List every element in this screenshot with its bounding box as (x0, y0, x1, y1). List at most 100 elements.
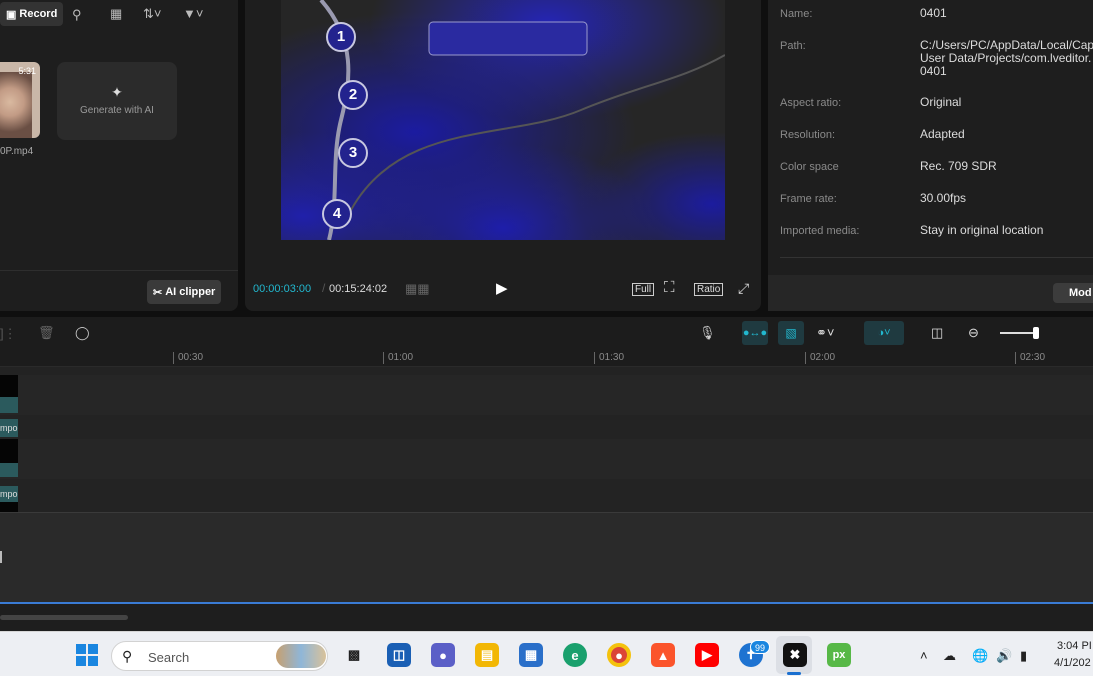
search-highlight-image (276, 644, 326, 668)
start-icon[interactable] (76, 644, 98, 666)
media-thumbnail[interactable]: 5:31 (0, 62, 40, 138)
volume-icon[interactable]: 🔊 (996, 648, 1012, 664)
magnet-toggle[interactable]: ●↔● (742, 321, 768, 345)
clip-duration: 5:31 (18, 66, 36, 76)
clip-thumbnail-strip[interactable] (0, 439, 18, 463)
clock-time[interactable]: 3:04 PI (1057, 640, 1092, 652)
detail-label-path: Path: (780, 40, 806, 52)
ratio-button[interactable]: Ratio (694, 283, 724, 296)
video-preview[interactable]: 1 2 3 4 (281, 0, 725, 240)
brave-icon[interactable]: ▲ (651, 643, 675, 667)
filter-icon[interactable]: ▼˅ (183, 6, 203, 21)
marker-icon[interactable]: ◯ (75, 325, 90, 341)
chrome-icon[interactable]: ● (607, 643, 631, 667)
divider (780, 257, 1093, 258)
track-cursor (0, 551, 2, 563)
task-view-icon[interactable]: ▩ (342, 643, 366, 667)
zoom-slider-knob[interactable] (1032, 327, 1039, 339)
language-globe-icon[interactable]: 🌐 (972, 648, 988, 664)
edge-icon[interactable]: e (563, 643, 587, 667)
ruler-tick: 00:30 (173, 352, 203, 364)
widgets-icon[interactable]: ◫ (387, 643, 411, 667)
split-icon[interactable]: ]⋮ (0, 326, 17, 342)
detail-value-path: C:/Users/PC/AppData/Local/Cap User Data/… (920, 39, 1093, 78)
play-icon[interactable]: ▶ (496, 279, 508, 297)
details-panel: Name: 0401 Path: C:/Users/PC/AppData/Loc… (768, 0, 1093, 311)
details-footer (768, 275, 1093, 311)
sort-icon[interactable]: ⇅˅ (143, 6, 161, 22)
detail-label-aspect: Aspect ratio: (780, 97, 842, 109)
preview-axis-toggle[interactable]: ◑˅ (864, 321, 904, 345)
divider (0, 270, 238, 271)
delete-icon[interactable]: 🗑 (38, 325, 55, 341)
track-lane-2 (0, 439, 1093, 479)
timeline-tracks: mpo mpo (0, 367, 1093, 512)
record-label: Record (19, 8, 58, 20)
zoom-out-icon[interactable]: ⊖ (968, 325, 979, 341)
clip-bar[interactable] (0, 463, 18, 477)
record-button[interactable]: ▣ Record (0, 2, 64, 26)
notification-badge: 99 (750, 640, 770, 654)
current-time: 00:00:03:00 (253, 283, 312, 295)
horizontal-scrollbar[interactable] (0, 604, 1093, 631)
timeline-toolbar: ]⋮ 🗑 ◯ 🎙 ●↔● ▧ ⚭˅ ◑˅ ◫ ⊖ (0, 317, 1093, 349)
onedrive-icon[interactable]: ☁ (943, 648, 956, 664)
search-placeholder: Search (148, 650, 190, 665)
file-explorer-icon[interactable]: ▤ (475, 643, 499, 667)
clip-filename: 0P.mp4 (0, 146, 34, 157)
ai-clipper-label: AI clipper (165, 286, 216, 298)
pixlr-icon[interactable]: px (827, 643, 851, 667)
detail-label-colorspace: Color space (780, 161, 839, 173)
detail-label-name: Name: (780, 8, 813, 20)
timecode-grid-icon[interactable]: ▦▦ (405, 281, 430, 297)
audio-track-area (0, 512, 1093, 604)
windows-taskbar: ⚲ Search ▩ ◫ ● ▤ ▦ e ● ▲ ▶ ✝ 99 ✖ px ˄ ☁… (0, 631, 1093, 676)
clip-bar[interactable] (0, 397, 18, 413)
detail-value-resolution: Adapted (920, 127, 965, 141)
detail-label-resolution: Resolution: (780, 129, 836, 141)
auto-snap-toggle[interactable]: ▧ (778, 321, 804, 345)
detail-value-framerate: 30.00fps (920, 191, 967, 205)
player-panel: 1 2 3 4 00:00:03:00 / 00:15:24:02 ▦▦ ▶ F… (245, 0, 761, 311)
time-separator: / (322, 281, 326, 295)
clip-thumbnail-strip[interactable] (0, 375, 18, 397)
capcut-icon[interactable]: ✖ (783, 643, 807, 667)
ai-clipper-button[interactable]: ✂ AI clipper (147, 280, 222, 304)
battery-icon[interactable]: ▮ (1020, 648, 1027, 664)
scrollbar-thumb[interactable] (0, 615, 128, 620)
clip-label[interactable]: mpo (0, 419, 18, 437)
track-gap (0, 419, 1093, 429)
detail-value-colorspace: Rec. 709 SDR (920, 159, 997, 173)
zoom-slider-track[interactable] (1000, 332, 1037, 334)
modify-button[interactable]: Mod (1053, 283, 1093, 303)
detail-value-aspect: Original (920, 95, 962, 109)
camera-icon: ▣ (6, 8, 17, 21)
screenshot-icon[interactable]: ⛶ (664, 279, 675, 296)
generate-with-ai-card[interactable]: ✦ Generate with AI (57, 62, 177, 140)
search-icon: ⚲ (122, 648, 133, 664)
search-icon[interactable]: ⚲ (72, 7, 82, 23)
detail-value-imported: Stay in original location (920, 223, 1044, 237)
scissors-icon: ✂ (153, 286, 163, 299)
youtube-icon[interactable]: ▶ (695, 643, 719, 667)
ruler-tick: 01:30 (594, 352, 624, 364)
ruler-tick: 02:30 (1015, 352, 1045, 364)
generate-label: Generate with AI (80, 105, 154, 116)
microsoft-store-icon[interactable]: ▦ (519, 643, 543, 667)
detail-value-name: 0401 (920, 6, 947, 20)
full-button[interactable]: Full (632, 283, 655, 296)
thumbnail-image (0, 72, 32, 138)
clock-date[interactable]: 4/1/202 (1054, 657, 1091, 669)
clip-label[interactable]: mpo (0, 486, 18, 502)
detail-label-imported: Imported media: (780, 225, 860, 237)
chevron-up-icon[interactable]: ˄ (920, 648, 928, 663)
taskbar-search[interactable]: ⚲ Search (111, 641, 328, 671)
zoom-fit-icon[interactable]: ◫ (931, 325, 943, 341)
fullscreen-icon[interactable]: ⤢ (738, 280, 749, 297)
microphone-icon[interactable]: 🎙 (699, 325, 716, 341)
teams-chat-icon[interactable]: ● (431, 643, 455, 667)
link-icon[interactable]: ⚭˅ (816, 325, 834, 341)
view-grid-icon[interactable]: ▦ (110, 6, 122, 22)
clip-thumbnail-strip[interactable] (0, 502, 18, 512)
timeline-ruler[interactable]: 00:30 01:00 01:30 02:00 02:30 (0, 349, 1093, 367)
